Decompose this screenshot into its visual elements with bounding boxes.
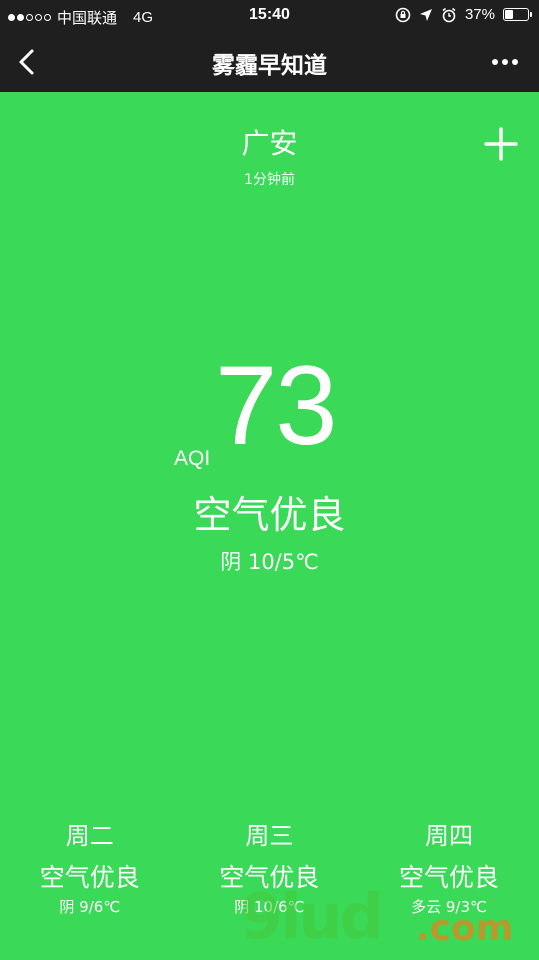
battery-level [505,10,513,19]
aqi-block: AQI 73 [0,350,539,482]
forecast-status: 空气优良 [398,863,499,892]
more-dots-icon [492,59,498,65]
aqi-value: 73 [215,343,338,468]
rotation-lock-icon [395,7,411,22]
update-time: 1分钟前 [244,172,295,188]
more-dots-icon [512,59,518,65]
forecast-list: 周二 空气优良 阴 9/6℃ 周三 空气优良 阴 10/6℃ 周四 空气优良 多… [0,816,539,926]
forecast-weather: 多云 9/3℃ [411,898,487,916]
add-city-button[interactable] [483,126,519,162]
more-dots-icon [502,59,508,65]
air-quality-status: 空气优良 [193,493,346,537]
nav-bar: 雾霾早知道 [0,32,539,92]
battery-percent: 37% [464,6,495,23]
forecast-day-2[interactable]: 周三 空气优良 阴 10/6℃ [180,816,360,926]
plus-icon [484,127,518,161]
current-weather: 阴 10/5℃ [220,550,319,574]
more-button[interactable] [485,48,525,76]
page-title: 雾霾早知道 [212,53,327,79]
forecast-weather: 阴 10/6℃ [234,898,305,916]
forecast-day-label: 周三 [245,822,294,850]
location-arrow-icon [419,8,432,21]
forecast-day-1[interactable]: 周二 空气优良 阴 9/6℃ [0,816,180,926]
forecast-day-label: 周二 [65,822,114,850]
forecast-day-label: 周四 [424,822,473,850]
aqi-label: AQI [174,447,211,470]
forecast-status: 空气优良 [219,863,320,892]
forecast-day-3[interactable]: 周四 空气优良 多云 9/3℃ [359,816,539,926]
forecast-weather: 阴 9/6℃ [59,898,121,916]
status-right: 37% [395,6,532,23]
forecast-status: 空气优良 [39,863,140,892]
city-name[interactable]: 广安 [0,122,539,162]
alarm-icon [442,7,456,22]
status-bar: 中国联通 4G 15:40 37% [0,0,539,32]
battery-icon [503,8,532,21]
